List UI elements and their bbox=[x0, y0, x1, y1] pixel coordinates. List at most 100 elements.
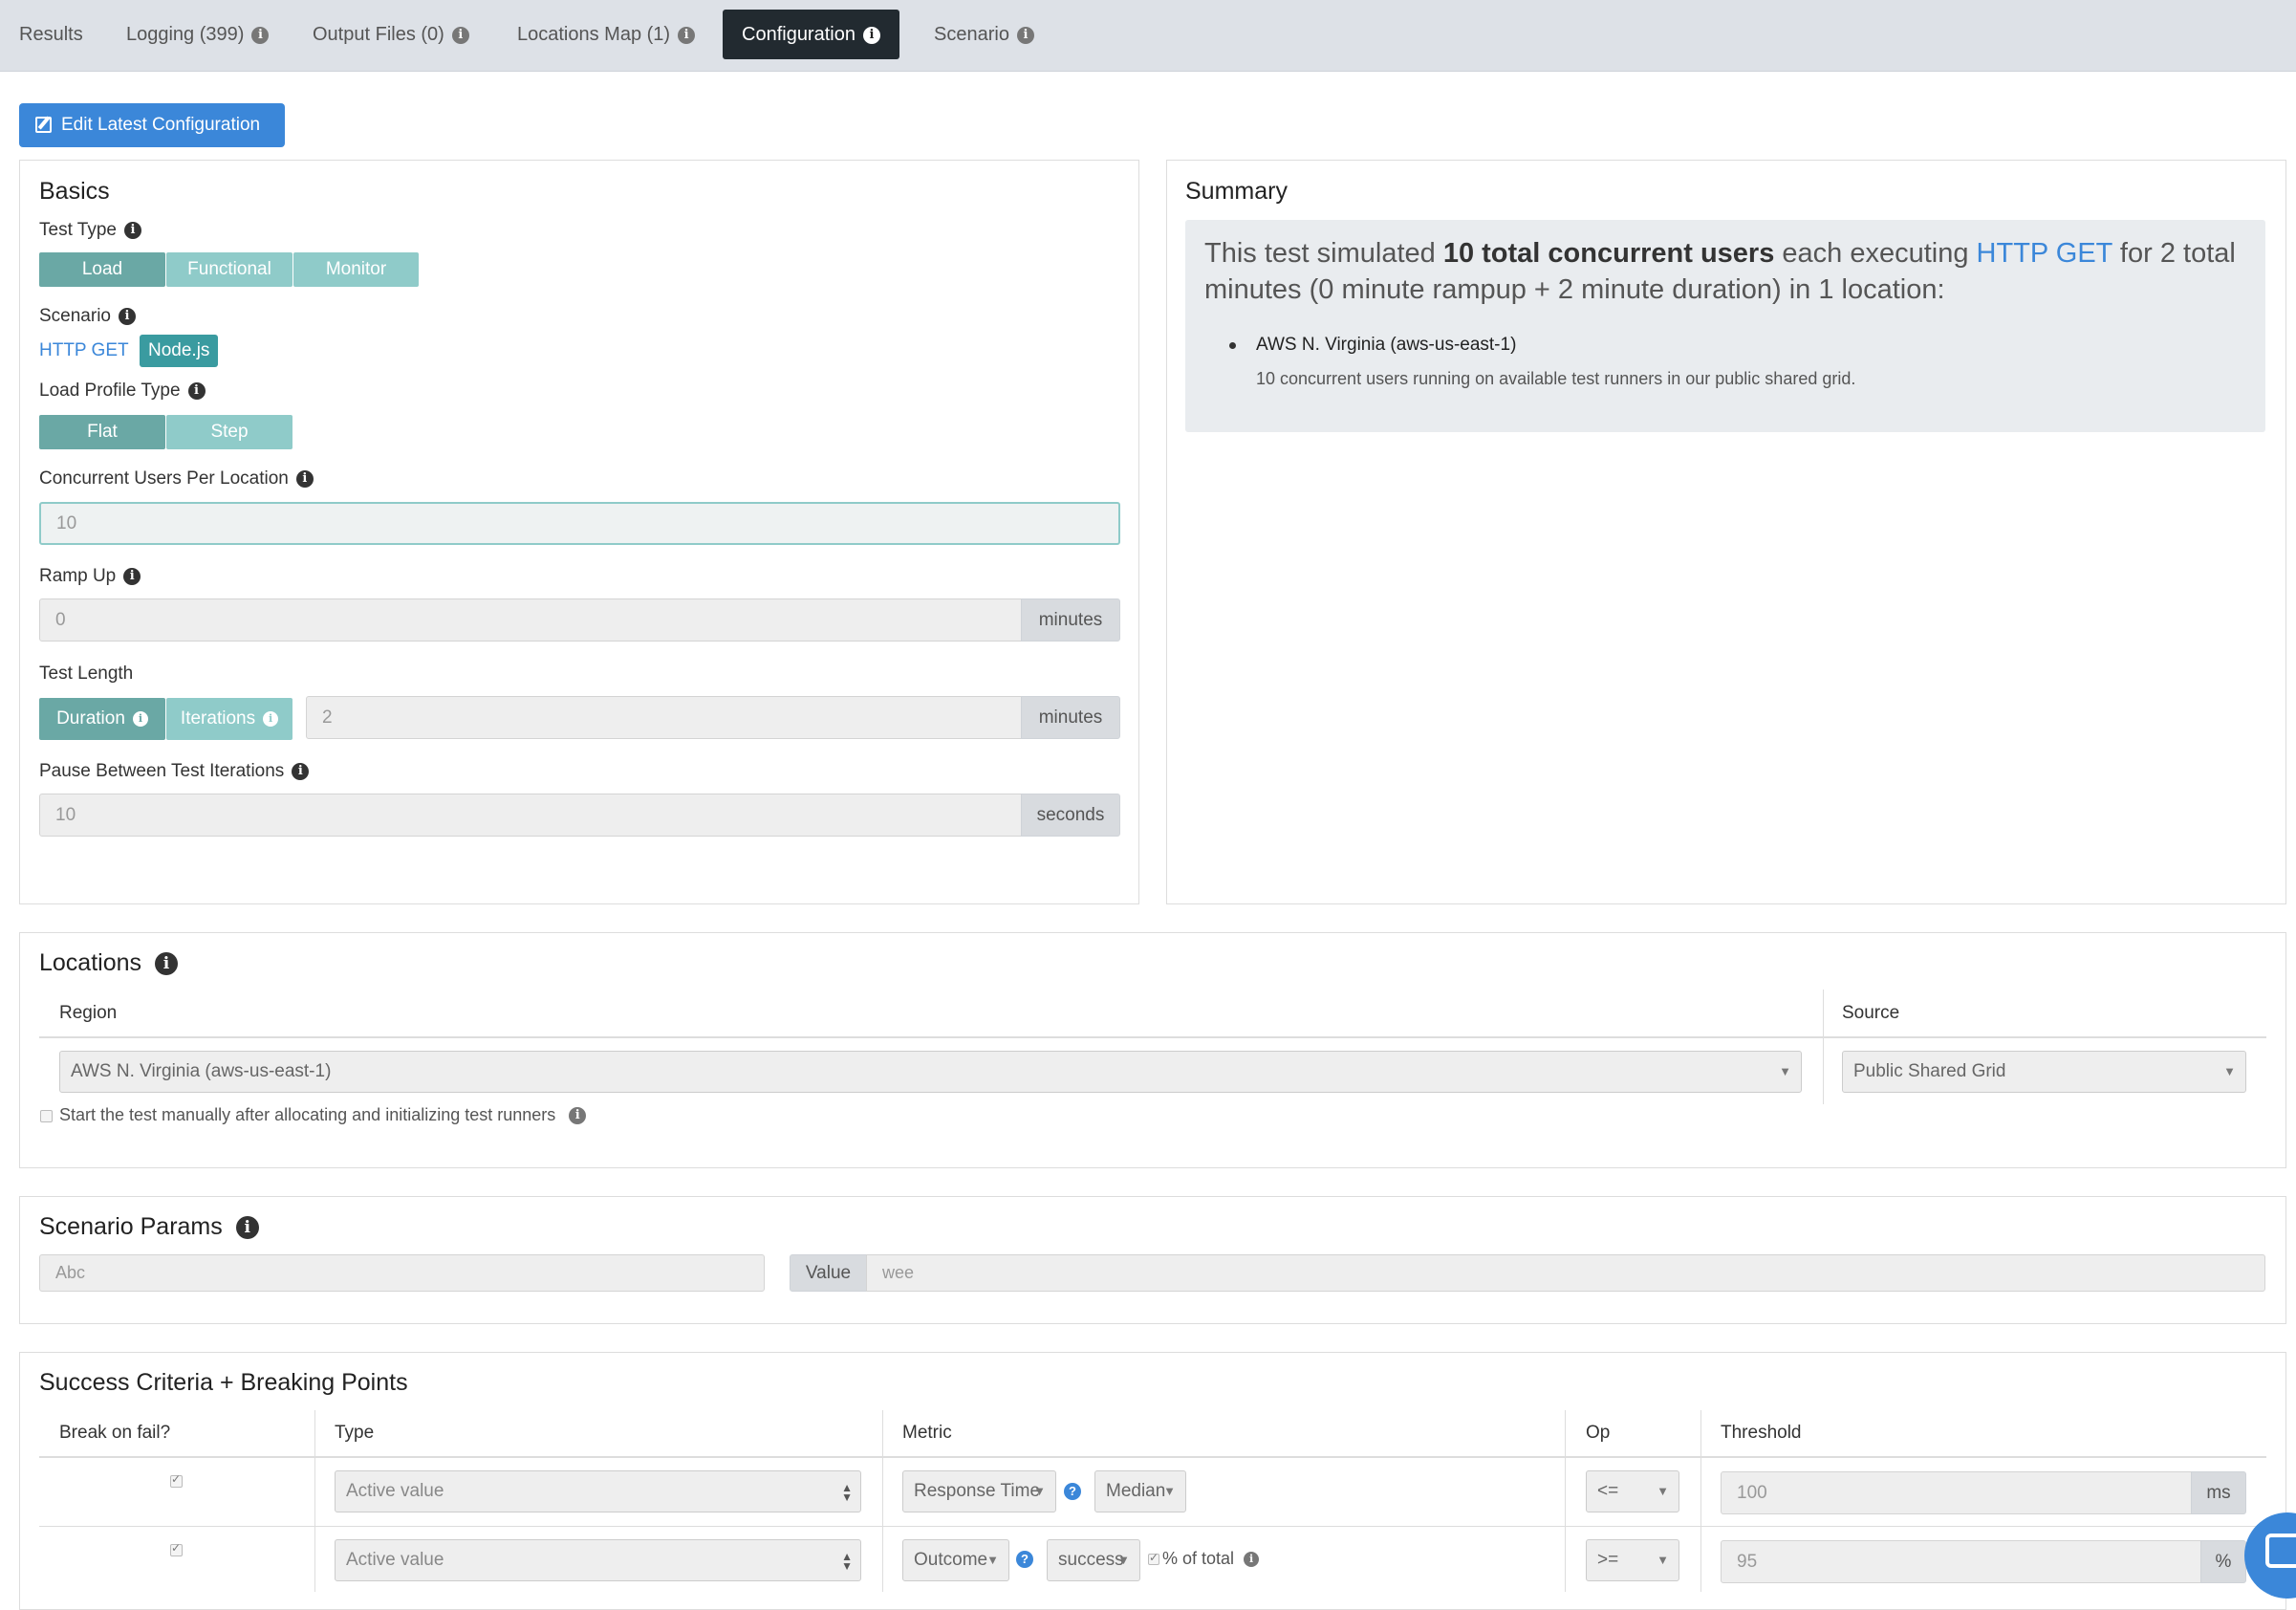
manual-start-checkbox[interactable] bbox=[40, 1110, 53, 1122]
metric-select[interactable]: Outcome ▼ bbox=[902, 1539, 1009, 1581]
pause-label: Pause Between Test Iterations i bbox=[39, 761, 310, 782]
percent-of-total-label: % of total i bbox=[1162, 1549, 1260, 1569]
info-icon: i bbox=[295, 469, 314, 488]
criteria-type-select[interactable]: Active value ▲ ▼ bbox=[335, 1539, 861, 1581]
break-on-fail-checkbox[interactable] bbox=[170, 1472, 183, 1488]
info-icon: i bbox=[1244, 1552, 1260, 1568]
scenario-runtime-badge: Node.js bbox=[140, 335, 219, 367]
divider bbox=[1565, 1410, 1566, 1592]
load-profile-step-toggle[interactable]: Step bbox=[166, 415, 292, 449]
info-icon: i bbox=[187, 381, 206, 400]
ramp-up-input[interactable]: 0 bbox=[39, 598, 1022, 642]
edit-latest-configuration-button[interactable]: Edit Latest Configuration bbox=[19, 103, 285, 147]
tab-scenario[interactable]: Scenario i bbox=[934, 10, 1034, 59]
info-icon: i bbox=[155, 952, 179, 976]
tab-locations-map[interactable]: Locations Map (1) i bbox=[517, 10, 696, 59]
summary-scenario-link[interactable]: HTTP GET bbox=[1977, 238, 2112, 269]
chevron-down-icon: ▼ bbox=[1033, 1484, 1046, 1498]
test-length-input[interactable]: 2 bbox=[306, 696, 1022, 739]
info-icon: i bbox=[1016, 26, 1034, 44]
chevron-down-icon: ▼ bbox=[2223, 1064, 2236, 1078]
info-icon: i bbox=[123, 221, 141, 239]
divider bbox=[39, 1456, 2266, 1458]
info-icon: i bbox=[292, 762, 310, 780]
info-icon: i bbox=[569, 1107, 587, 1125]
test-type-monitor-toggle[interactable]: Monitor bbox=[293, 252, 419, 287]
summary-box: This test simulated 10 total concurrent … bbox=[1185, 220, 2265, 432]
basics-title: Basics bbox=[39, 178, 110, 205]
info-icon: i bbox=[251, 26, 270, 44]
bullet bbox=[1229, 342, 1236, 349]
tab-configuration[interactable]: Configuration i bbox=[723, 10, 899, 59]
tab-bar: Results Logging (399) i Output Files (0) i… bbox=[0, 0, 2296, 72]
chevron-down-icon: ▼ bbox=[1117, 1553, 1130, 1567]
scenario-link[interactable]: HTTP GET bbox=[39, 340, 129, 361]
ramp-up-unit: minutes bbox=[1021, 598, 1120, 642]
type-column-header: Type bbox=[335, 1423, 375, 1443]
load-profile-flat-toggle[interactable]: Flat bbox=[39, 415, 165, 449]
info-icon: i bbox=[132, 710, 148, 727]
test-length-iterations-toggle[interactable]: Iterations i bbox=[166, 698, 292, 740]
help-icon[interactable]: ? bbox=[1016, 1551, 1033, 1568]
break-on-fail-column-header: Break on fail? bbox=[59, 1423, 171, 1443]
summary-location-detail: 10 concurrent users running on available… bbox=[1256, 369, 1856, 388]
chat-icon bbox=[2265, 1534, 2296, 1568]
op-column-header: Op bbox=[1586, 1423, 1611, 1443]
param-name-input[interactable]: Abc bbox=[39, 1254, 765, 1292]
divider bbox=[1700, 1410, 1701, 1592]
pause-unit: seconds bbox=[1021, 794, 1120, 837]
divider bbox=[39, 1526, 2266, 1527]
test-length-duration-toggle[interactable]: Duration i bbox=[39, 698, 165, 740]
region-select[interactable]: AWS N. Virginia (aws-us-east-1) ▼ bbox=[59, 1051, 1802, 1093]
divider bbox=[1823, 990, 1824, 1104]
threshold-input[interactable]: 100 bbox=[1721, 1471, 2192, 1514]
divider bbox=[882, 1410, 883, 1592]
break-on-fail-checkbox[interactable] bbox=[170, 1541, 183, 1556]
pause-input[interactable]: 10 bbox=[39, 794, 1022, 837]
metric-column-header: Metric bbox=[902, 1423, 952, 1443]
test-length-label: Test Length bbox=[39, 664, 134, 684]
scenario-params-title: Scenario Params i bbox=[39, 1213, 259, 1241]
chevron-down-icon: ▼ bbox=[1779, 1064, 1791, 1078]
region-column-header: Region bbox=[59, 1003, 118, 1023]
chevron-down-icon: ▼ bbox=[1163, 1484, 1176, 1498]
test-type-load-toggle[interactable]: Load bbox=[39, 252, 165, 287]
aggregate-select[interactable]: success ▼ bbox=[1047, 1539, 1140, 1581]
manual-start-label: Start the test manually after allocating… bbox=[59, 1105, 587, 1125]
source-column-header: Source bbox=[1842, 1003, 1900, 1023]
success-criteria-title: Success Criteria + Breaking Points bbox=[39, 1369, 408, 1396]
chevron-down-icon: ▼ bbox=[1657, 1484, 1669, 1498]
tab-results[interactable]: Results bbox=[19, 10, 83, 59]
load-profile-label: Load Profile Type i bbox=[39, 381, 206, 402]
divider bbox=[314, 1410, 315, 1592]
divider bbox=[39, 1036, 2266, 1038]
concurrent-users-input[interactable]: 10 bbox=[39, 502, 1120, 545]
info-icon: i bbox=[119, 307, 136, 325]
tab-output-files[interactable]: Output Files (0) i bbox=[313, 10, 469, 59]
scenario-label: Scenario i bbox=[39, 306, 136, 327]
threshold-input[interactable]: 95 bbox=[1721, 1540, 2201, 1583]
summary-text: This test simulated 10 total concurrent … bbox=[1204, 238, 2236, 305]
metric-select[interactable]: Response Time ▼ bbox=[902, 1470, 1056, 1512]
info-icon: i bbox=[451, 26, 469, 44]
sort-arrows-icon: ▲ ▼ bbox=[841, 1481, 853, 1504]
source-select[interactable]: Public Shared Grid ▼ bbox=[1842, 1051, 2246, 1093]
param-value-label: Value bbox=[790, 1254, 867, 1292]
info-icon: i bbox=[862, 26, 880, 44]
ramp-up-label: Ramp Up i bbox=[39, 566, 141, 587]
param-value-input[interactable]: wee bbox=[866, 1254, 2265, 1292]
help-icon[interactable]: ? bbox=[1064, 1483, 1081, 1500]
threshold-unit: % bbox=[2200, 1540, 2246, 1583]
concurrent-users-label: Concurrent Users Per Location i bbox=[39, 468, 314, 490]
percent-of-total-checkbox[interactable] bbox=[1148, 1551, 1159, 1565]
info-icon: i bbox=[235, 1216, 259, 1240]
criteria-type-select[interactable]: Active value ▲ ▼ bbox=[335, 1470, 861, 1512]
op-select[interactable]: >= ▼ bbox=[1586, 1539, 1679, 1581]
aggregate-select[interactable]: Median ▼ bbox=[1094, 1470, 1186, 1512]
tab-logging[interactable]: Logging (399) i bbox=[126, 10, 270, 59]
chevron-down-icon: ▼ bbox=[1657, 1553, 1669, 1567]
chevron-down-icon: ▼ bbox=[986, 1553, 999, 1567]
op-select[interactable]: <= ▼ bbox=[1586, 1470, 1679, 1512]
test-type-functional-toggle[interactable]: Functional bbox=[166, 252, 292, 287]
threshold-column-header: Threshold bbox=[1721, 1423, 1802, 1443]
